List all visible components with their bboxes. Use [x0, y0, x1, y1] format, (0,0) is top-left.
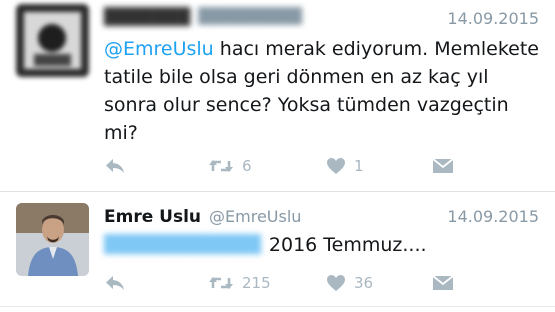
tweet[interactable]: Emre Uslu @EmreUslu 14.09.2015 █████████… — [0, 193, 555, 312]
tweet-actions: 6 1 — [104, 156, 454, 176]
retweet-icon — [209, 160, 233, 172]
tweet-divider — [0, 191, 555, 192]
tweet-divider — [0, 306, 555, 307]
author-row[interactable]: Emre Uslu @EmreUslu — [104, 207, 301, 227]
author-name-blurred[interactable]: ███████ █████████ — [104, 7, 302, 26]
tweet-date: 14.09.2015 — [447, 9, 539, 28]
tweet-body: 2016 Temmuz.... — [268, 234, 427, 256]
avatar-blurred[interactable] — [16, 4, 89, 77]
direct-message-icon — [432, 158, 454, 173]
tweet-text: @EmreUslu hacı merak ediyorum. Memlekete… — [104, 35, 544, 147]
retweet-count: 6 — [242, 157, 252, 175]
like-button[interactable]: 36 — [326, 273, 373, 293]
tweet-actions: 215 36 — [104, 273, 454, 293]
retweet-icon — [209, 277, 233, 289]
avatar[interactable] — [16, 203, 89, 276]
like-icon — [327, 275, 345, 291]
retweet-count: 215 — [242, 274, 271, 292]
like-count: 36 — [354, 274, 374, 292]
reply-button[interactable] — [104, 156, 126, 176]
reply-icon — [106, 159, 124, 173]
reply-button[interactable] — [104, 273, 126, 293]
like-button[interactable]: 1 — [326, 156, 364, 176]
author-handle[interactable]: @EmreUslu — [209, 207, 301, 226]
like-count: 1 — [354, 157, 364, 175]
author-display-name[interactable]: Emre Uslu — [104, 207, 201, 227]
tweet-date: 14.09.2015 — [447, 207, 539, 226]
tweet[interactable]: ███████ █████████ 14.09.2015 @EmreUslu h… — [0, 0, 555, 192]
retweet-button[interactable]: 6 — [208, 156, 252, 176]
direct-message-button[interactable] — [432, 273, 454, 293]
direct-message-button[interactable] — [432, 156, 454, 176]
direct-message-icon — [432, 275, 454, 290]
like-icon — [327, 158, 345, 174]
retweet-button[interactable]: 215 — [208, 273, 271, 293]
tweet-text: ████████████ 2016 Temmuz.... — [104, 231, 544, 259]
mention-link[interactable]: @EmreUslu — [104, 38, 214, 60]
reply-icon — [106, 276, 124, 290]
mention-link-blurred[interactable]: ████████████ — [104, 231, 261, 259]
